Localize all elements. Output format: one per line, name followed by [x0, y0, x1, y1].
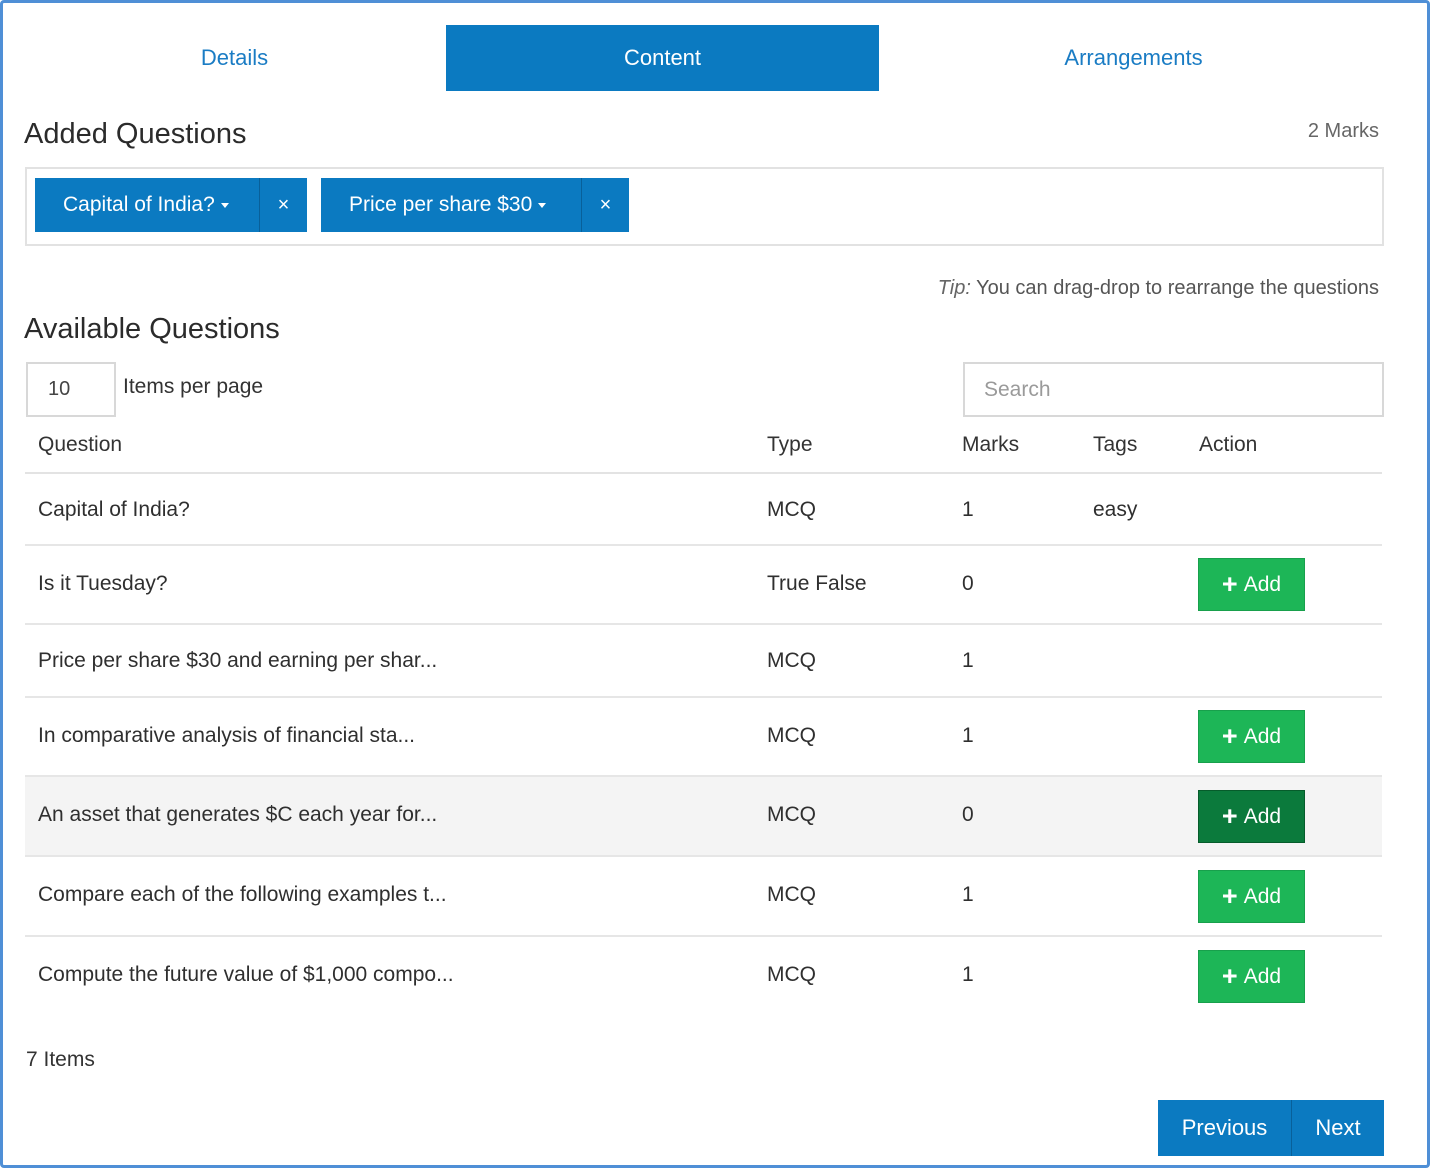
question-tags: easy: [1093, 498, 1138, 521]
chip-dropdown[interactable]: Price per share $30: [321, 178, 581, 232]
plus-icon: +: [1221, 569, 1238, 599]
items-per-page-input[interactable]: [26, 362, 116, 417]
tip-prefix: Tip:: [937, 277, 971, 299]
tip-text: You can drag-drop to rearrange the quest…: [970, 277, 1379, 299]
table-row: Price per share $30 and earning per shar…: [25, 625, 1382, 698]
table-header: Question Type Marks Tags Action: [25, 423, 1382, 474]
column-header-tags[interactable]: Tags: [1093, 433, 1137, 457]
add-question-button[interactable]: + Add: [1198, 790, 1305, 843]
add-button-label: Add: [1243, 724, 1282, 748]
question-text: In comparative analysis of financial sta…: [38, 724, 416, 747]
total-marks: 2 Marks: [1307, 120, 1379, 142]
add-button-label: Add: [1243, 572, 1282, 596]
question-text: An asset that generates $C each year for…: [38, 803, 438, 826]
question-marks: 1: [962, 724, 974, 747]
question-marks: 1: [962, 498, 974, 521]
add-button-label: Add: [1243, 964, 1282, 988]
table-row: Compute the future value of $1,000 compo…: [25, 937, 1382, 1017]
question-type: MCQ: [767, 883, 816, 906]
plus-icon: +: [1221, 721, 1238, 751]
column-header-action: Action: [1199, 433, 1258, 456]
question-builder-panel: Details Content Arrangements Added Quest…: [0, 0, 1430, 1168]
question-text: Compute the future value of $1,000 compo…: [38, 963, 454, 986]
drag-drop-tip: Tip: You can drag-drop to rearrange the …: [938, 277, 1379, 300]
tab-bar: Details Content Arrangements: [23, 25, 1388, 91]
column-header-marks[interactable]: Marks: [962, 433, 1019, 457]
tab-arrangements[interactable]: Arrangements: [879, 25, 1388, 91]
search-input[interactable]: [963, 362, 1384, 417]
question-type: MCQ: [767, 498, 816, 521]
question-marks: 1: [962, 649, 974, 672]
added-questions-dropzone[interactable]: Capital of India? × Price per share $30 …: [25, 167, 1384, 246]
table-row: An asset that generates $C each year for…: [25, 777, 1382, 857]
items-count: 7 Items: [26, 1048, 95, 1071]
caret-down-icon: [538, 202, 547, 208]
question-type: MCQ: [767, 724, 816, 747]
available-questions-title: Available Questions: [24, 313, 280, 345]
add-question-button[interactable]: + Add: [1198, 558, 1305, 611]
question-type: MCQ: [767, 649, 816, 672]
added-question-chip[interactable]: Capital of India? ×: [35, 178, 307, 232]
tab-content[interactable]: Content: [446, 25, 879, 91]
close-icon[interactable]: ×: [581, 178, 629, 232]
close-icon[interactable]: ×: [259, 178, 307, 232]
table-row: Is it Tuesday? True False 0 + Add: [25, 546, 1382, 625]
plus-icon: +: [1221, 961, 1238, 991]
question-text: Capital of India?: [38, 498, 190, 521]
chip-label: Price per share $30: [349, 193, 533, 216]
question-type: True False: [767, 572, 867, 595]
add-button-label: Add: [1243, 804, 1282, 828]
plus-icon: +: [1221, 881, 1238, 911]
question-marks: 0: [962, 572, 974, 595]
question-type: MCQ: [767, 963, 816, 986]
questions-table: Question Type Marks Tags Action Capital …: [25, 423, 1382, 1017]
question-marks: 1: [962, 883, 974, 906]
add-button-label: Add: [1243, 884, 1282, 908]
column-header-type[interactable]: Type: [767, 433, 813, 457]
question-type: MCQ: [767, 803, 816, 826]
tab-details[interactable]: Details: [23, 25, 446, 91]
pagination: Previous Next: [1158, 1100, 1384, 1156]
previous-page-button[interactable]: Previous: [1158, 1100, 1292, 1156]
question-marks: 1: [962, 963, 974, 986]
add-question-button[interactable]: + Add: [1198, 950, 1305, 1003]
added-question-chip[interactable]: Price per share $30 ×: [321, 178, 629, 232]
add-question-button[interactable]: + Add: [1198, 870, 1305, 923]
question-text: Price per share $30 and earning per shar…: [38, 649, 438, 672]
items-per-page-label: Items per page: [123, 375, 264, 398]
caret-down-icon: [220, 202, 229, 208]
plus-icon: +: [1221, 801, 1238, 831]
added-questions-title: Added Questions: [24, 118, 247, 150]
add-question-button[interactable]: + Add: [1198, 710, 1305, 763]
question-text: Compare each of the following examples t…: [38, 883, 447, 906]
column-header-question[interactable]: Question: [38, 433, 122, 457]
table-row: Compare each of the following examples t…: [25, 857, 1382, 937]
chip-label: Capital of India?: [63, 193, 215, 216]
chip-dropdown[interactable]: Capital of India?: [35, 178, 259, 232]
question-text: Is it Tuesday?: [38, 572, 168, 595]
table-row: In comparative analysis of financial sta…: [25, 698, 1382, 777]
next-page-button[interactable]: Next: [1292, 1100, 1384, 1156]
question-marks: 0: [962, 803, 974, 826]
table-row: Capital of India? MCQ 1 easy: [25, 474, 1382, 546]
